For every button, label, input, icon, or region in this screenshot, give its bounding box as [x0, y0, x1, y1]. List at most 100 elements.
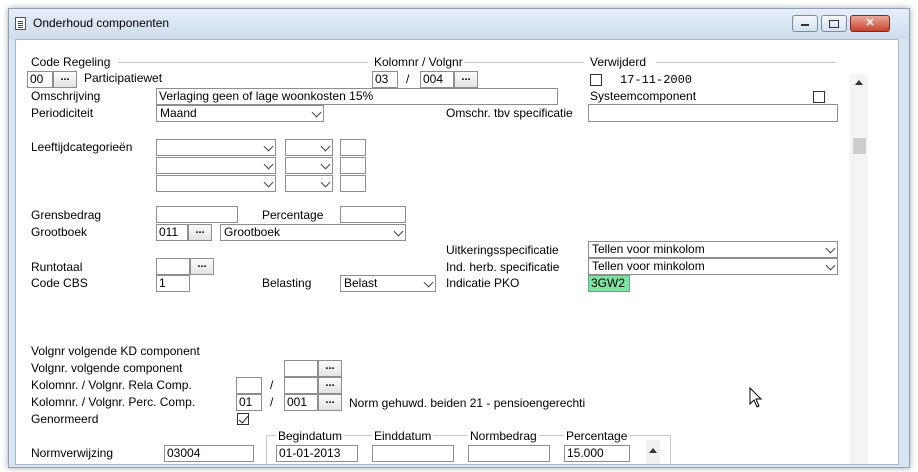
close-button[interactable]: ✕ — [850, 15, 890, 32]
grensbedrag-field[interactable] — [156, 206, 238, 223]
group-line-code — [118, 62, 368, 63]
omschrijving-field[interactable]: Verlaging geen of lage woonkosten 15% — [156, 88, 558, 105]
group-line-verwijderd — [656, 62, 836, 63]
grootboek-code-field[interactable]: 011 — [156, 224, 188, 241]
leeftijd-select-2b[interactable] — [285, 157, 333, 174]
verwijderd-checkbox[interactable] — [590, 74, 602, 86]
leeftijd-select-3b[interactable] — [285, 175, 333, 192]
omschr-spec-field[interactable] — [588, 104, 838, 122]
indicatie-pko-value[interactable]: 3GW2 — [588, 275, 630, 292]
window-title: Onderhoud componenten — [33, 16, 170, 30]
code-regeling-lookup-button[interactable]: ... — [53, 71, 77, 88]
ind-herb-select[interactable]: Tellen voor minkolom — [588, 258, 838, 275]
form-area: Code Regeling 00 ... Participatiewet Kol… — [15, 39, 899, 465]
normverwijzing-label: Normverwijzing — [31, 446, 114, 460]
norm-begindatum-cell[interactable]: 01-01-2013 — [276, 445, 358, 462]
indicatie-pko-label: Indicatie PKO — [446, 276, 520, 290]
leeftijd-field-2[interactable] — [340, 157, 366, 174]
norm-col-normbedrag: Normbedrag — [468, 429, 539, 443]
normverwijzing-field[interactable]: 03004 — [164, 445, 254, 462]
norm-percentage-cell[interactable]: 15.000 — [564, 445, 630, 462]
leeftijd-field-3[interactable] — [340, 175, 366, 192]
leeftijdcategorieen-label: Leeftijdcategorieën — [31, 140, 133, 154]
uitkeringsspec-select[interactable]: Tellen voor minkolom — [588, 241, 838, 258]
title-bar[interactable]: Onderhoud componenten ✕ — [9, 9, 909, 39]
runtotaal-lookup-button[interactable]: ... — [190, 258, 214, 275]
belasting-select[interactable]: Belast — [340, 275, 436, 292]
perc-lookup-button[interactable]: ... — [318, 394, 342, 411]
verwijderd-date: 17-11-2000 — [620, 73, 693, 87]
periodiciteit-label: Periodiciteit — [31, 106, 94, 120]
periodiciteit-value: Maand — [160, 106, 197, 120]
volgnr-kd-label: Volgnr volgende KD component — [31, 344, 200, 358]
norm-col-einddatum: Einddatum — [372, 429, 434, 443]
maximize-icon — [829, 20, 839, 28]
close-icon: ✕ — [865, 17, 875, 29]
rela-comp-label: Kolomnr. / Volgnr. Rela Comp. — [31, 378, 192, 392]
volgnr-field[interactable]: 004 — [420, 71, 454, 88]
minimize-button[interactable] — [792, 15, 818, 32]
rela-kolom-field[interactable] — [236, 377, 262, 394]
verwijderd-label: Verwijderd — [590, 55, 647, 69]
scroll-up-icon — [649, 448, 657, 453]
perc-description: Norm gehuwd. beiden 21 - pensioengerecht… — [349, 396, 586, 410]
norm-normbedrag-cell[interactable] — [468, 445, 550, 462]
uitkeringsspec-label: Uitkeringsspecificatie — [446, 243, 559, 257]
norm-col-begindatum: Begindatum — [276, 429, 345, 443]
maximize-button[interactable] — [821, 15, 847, 32]
norm-table-scrollbar[interactable] — [646, 440, 660, 464]
volgnr-lookup-button[interactable]: ... — [454, 71, 478, 88]
grootboek-value: Grootboek — [224, 225, 281, 239]
rela-separator: / — [270, 378, 274, 392]
leeftijd-select-3[interactable] — [156, 175, 276, 192]
perc-kolom-field[interactable]: 01 — [236, 394, 262, 411]
runtotaal-field[interactable] — [156, 258, 190, 275]
leeftijd-select-2[interactable] — [156, 157, 276, 174]
norm-col-percentage: Percentage — [564, 429, 630, 443]
periodiciteit-select[interactable]: Maand — [156, 105, 324, 122]
chevron-down-icon — [320, 159, 331, 170]
leeftijd-select-1b[interactable] — [285, 139, 333, 156]
percentage-field[interactable] — [340, 206, 406, 223]
chevron-down-icon — [825, 243, 836, 254]
rela-lookup-button[interactable]: ... — [318, 377, 342, 394]
volgnr-volgende-field[interactable] — [284, 360, 318, 377]
rela-volg-field[interactable] — [284, 377, 318, 394]
chevron-down-icon — [423, 277, 434, 288]
kolomnr-volgnr-label: Kolomnr / Volgnr — [374, 55, 463, 69]
chevron-down-icon — [320, 177, 331, 188]
chevron-down-icon — [263, 159, 274, 170]
omschr-spec-label: Omschr. tbv specificatie — [446, 106, 573, 120]
volgnr-volgende-lookup-button[interactable]: ... — [318, 360, 342, 377]
perc-separator: / — [270, 395, 274, 409]
systeemcomponent-checkbox[interactable] — [813, 91, 825, 103]
chevron-down-icon — [263, 141, 274, 152]
volgnr-volgende-label: Volgnr. volgende component — [31, 361, 183, 375]
leeftijd-select-1[interactable] — [156, 139, 276, 156]
kolomnr-field[interactable]: 03 — [372, 71, 398, 88]
grensbedrag-label: Grensbedrag — [31, 208, 102, 222]
grootboek-select[interactable]: Grootboek — [220, 224, 406, 241]
belasting-value: Belast — [344, 276, 378, 290]
perc-comp-label: Kolomnr. / Volgnr. Perc. Comp. — [31, 395, 196, 409]
scrollbar-thumb[interactable] — [853, 138, 866, 154]
grootboek-lookup-button[interactable]: ... — [188, 224, 212, 241]
norm-einddatum-cell[interactable] — [372, 445, 454, 462]
chevron-down-icon — [311, 107, 322, 118]
runtotaal-label: Runtotaal — [31, 260, 83, 274]
chevron-down-icon — [320, 141, 331, 152]
vertical-scrollbar[interactable] — [850, 74, 868, 464]
perc-volg-field[interactable]: 001 — [284, 394, 318, 411]
grootboek-label: Grootboek — [31, 225, 88, 239]
omschrijving-label: Omschrijving — [31, 89, 101, 103]
code-regeling-label: Code Regeling — [31, 55, 111, 69]
ind-herb-label: Ind. herb. specificatie — [446, 260, 560, 274]
group-line-kolomnr — [464, 62, 584, 63]
genormeerd-checkbox[interactable] — [237, 413, 249, 425]
code-cbs-label: Code CBS — [31, 276, 88, 290]
code-cbs-field[interactable]: 1 — [156, 275, 190, 292]
code-regeling-code-field[interactable]: 00 — [27, 71, 53, 88]
leeftijd-field-1[interactable] — [340, 139, 366, 156]
chevron-down-icon — [825, 260, 836, 271]
chevron-down-icon — [263, 177, 274, 188]
